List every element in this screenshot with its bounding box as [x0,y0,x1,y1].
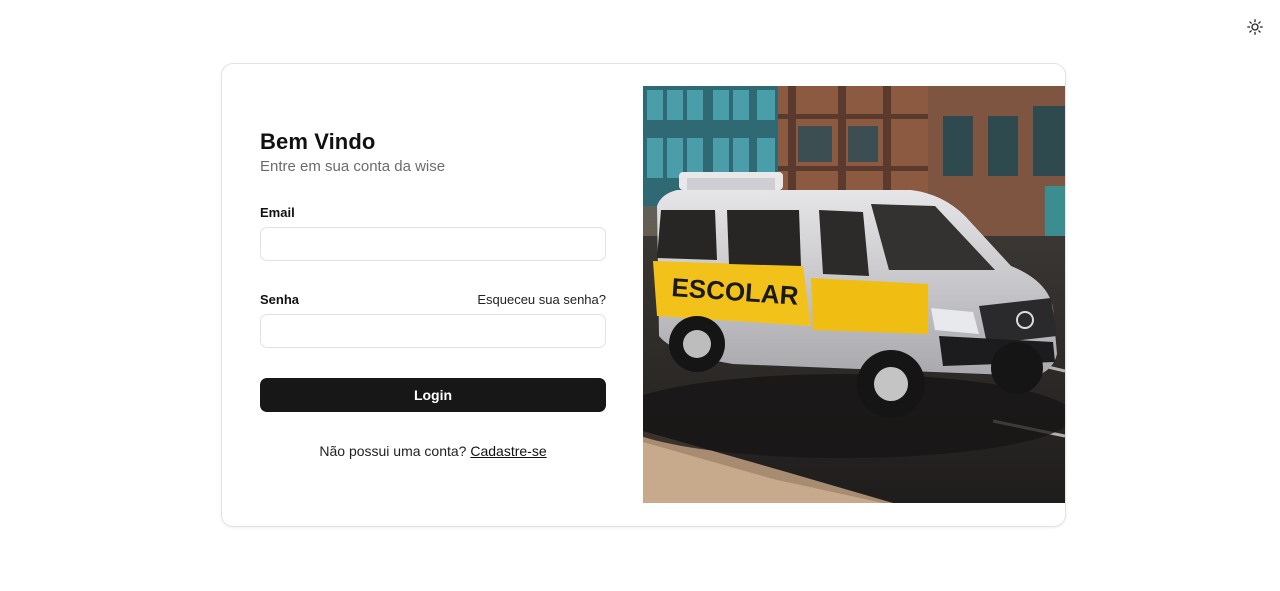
password-field[interactable] [260,314,606,348]
page-title: Bem Vindo [260,129,376,154]
page-subtitle: Entre em sua conta da wise [260,158,446,175]
login-button[interactable]: Login [260,378,606,412]
sun-icon [1247,19,1263,35]
theme-toggle-button[interactable] [1244,16,1266,38]
signup-link[interactable]: Cadastre-se [470,443,546,459]
email-group: Email [260,205,606,261]
forgot-password-link[interactable]: Esqueceu sua senha? [477,292,606,307]
email-label: Email [260,205,295,220]
login-card: Bem Vindo Entre em sua conta da wise Ema… [221,63,1066,527]
password-group: Senha Esqueceu sua senha? [260,292,606,348]
password-label: Senha [260,292,300,307]
hero-image: ESCOLAR [643,86,1065,503]
email-field[interactable] [260,227,606,261]
signup-row: Não possui uma conta? Cadastre-se [260,443,606,459]
login-form: Bem Vindo Entre em sua conta da wise Ema… [260,128,606,459]
password-label-row: Senha Esqueceu sua senha? [260,292,606,307]
school-van-illustration: ESCOLAR [643,86,1065,503]
no-account-text: Não possui uma conta? [319,443,467,459]
